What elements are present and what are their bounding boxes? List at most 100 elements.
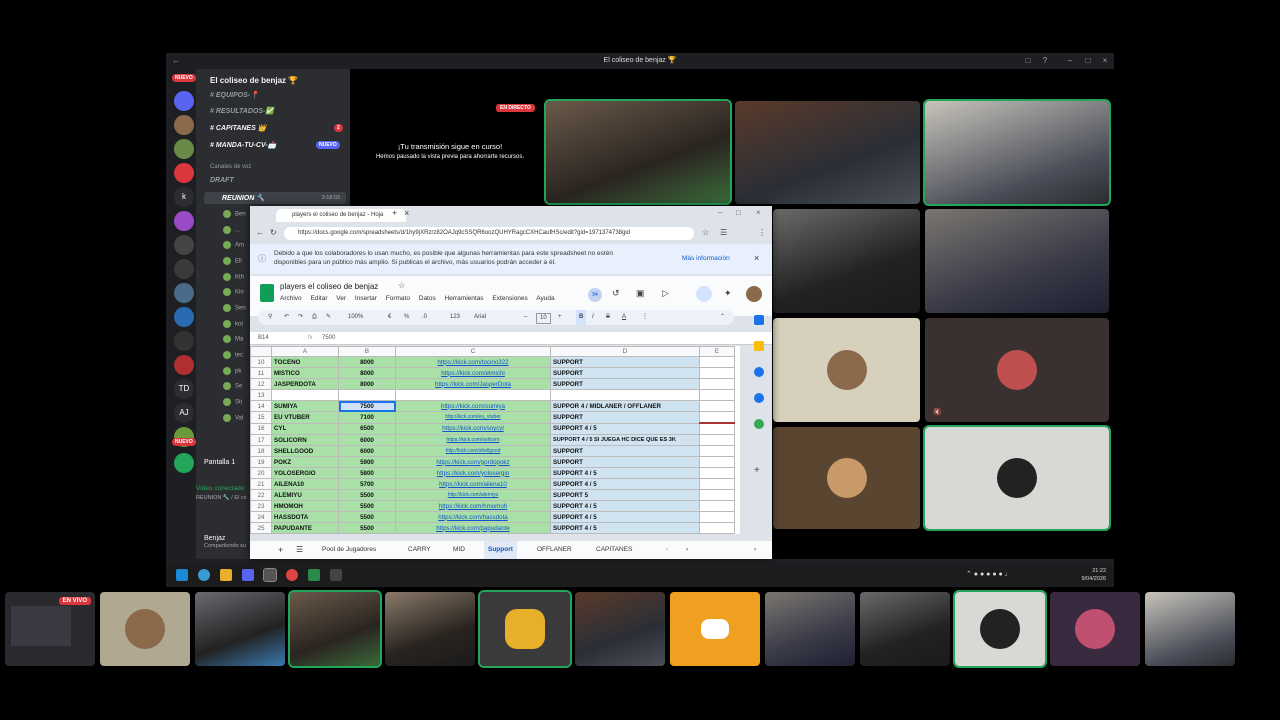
add-server-icon[interactable] bbox=[174, 453, 194, 473]
cell[interactable]: 5700 bbox=[338, 478, 396, 490]
cell[interactable]: MISTICO bbox=[271, 367, 339, 379]
cell-link[interactable]: https://kick.com/sumiya bbox=[395, 400, 551, 412]
cell-link[interactable]: https://kick.com/tocino322 bbox=[395, 356, 551, 368]
voice-channel-reunion[interactable]: REUNION 🔧 3:18:03 bbox=[204, 192, 346, 204]
meet-icon[interactable]: ▷ bbox=[662, 288, 669, 299]
voice-user[interactable]: Ell bbox=[223, 257, 242, 265]
voice-user[interactable]: Am bbox=[223, 241, 244, 249]
scroll-right-icon[interactable]: › bbox=[686, 541, 688, 559]
bold-button[interactable]: B bbox=[576, 310, 587, 325]
menu-extensiones[interactable]: Extensiones bbox=[492, 295, 527, 302]
cell[interactable]: JASPERDOTA bbox=[271, 378, 339, 390]
italic-button[interactable]: I bbox=[592, 310, 594, 325]
channel-capitanes[interactable]: # CAPITANES 👑 bbox=[210, 124, 266, 132]
tasks-icon[interactable] bbox=[754, 367, 764, 377]
font-select[interactable]: Arial bbox=[474, 310, 486, 325]
close-banner-icon[interactable]: × bbox=[754, 253, 759, 263]
explore-icon[interactable]: › bbox=[754, 541, 756, 559]
discord-icon[interactable] bbox=[174, 163, 194, 183]
tab-offlaner[interactable]: OFFLANER bbox=[537, 541, 572, 559]
sheets-logo-icon[interactable] bbox=[260, 284, 274, 302]
contacts-icon[interactable] bbox=[754, 393, 764, 403]
cell[interactable]: SUPPORT bbox=[550, 411, 700, 424]
more-options-icon[interactable]: ⋮ bbox=[642, 310, 648, 325]
cell-link[interactable]: https://kick.com/ailena10 bbox=[395, 478, 551, 490]
address-bar[interactable]: https://docs.google.com/spreadsheets/d/1… bbox=[284, 227, 694, 240]
bookmark-star-icon[interactable]: ☆ bbox=[702, 228, 709, 237]
cell[interactable]: SUPPORT bbox=[550, 367, 700, 379]
cell[interactable] bbox=[271, 389, 339, 401]
tray-icons[interactable]: ⌃ ● ● ● ● ● ♩ bbox=[966, 570, 1012, 578]
video-tile[interactable] bbox=[923, 425, 1111, 531]
calendar-icon[interactable] bbox=[754, 315, 764, 325]
video-tile[interactable] bbox=[195, 592, 285, 666]
help-icon[interactable]: ? bbox=[1039, 55, 1051, 67]
cell[interactable]: 5500 bbox=[338, 489, 396, 501]
cell-link[interactable]: https://kick.com/hmomoh bbox=[395, 500, 551, 512]
formula-input[interactable]: 7500 bbox=[322, 332, 335, 344]
cell[interactable]: SUPPOR 4 / MIDLANER / OFFLANER bbox=[550, 400, 700, 412]
cell[interactable]: 8000 bbox=[338, 367, 396, 379]
voice-user[interactable]: tec bbox=[223, 351, 243, 359]
cell[interactable]: 7100 bbox=[338, 411, 396, 424]
cell-link[interactable]: http://kick.com/alemiyu bbox=[395, 489, 551, 501]
voice-user[interactable]: Kth bbox=[223, 273, 244, 281]
cell-link[interactable]: https://kick.com/JasperDota bbox=[395, 378, 551, 390]
tab-carry[interactable]: CARRY bbox=[408, 541, 431, 559]
video-tile[interactable] bbox=[670, 592, 760, 666]
cell[interactable]: 5900 bbox=[338, 456, 396, 468]
voice-user[interactable]: Val bbox=[223, 414, 243, 422]
tab-capitanes[interactable]: CAPITANES bbox=[596, 541, 632, 559]
column-header[interactable]: D bbox=[550, 346, 700, 357]
font-size-input[interactable]: 10 bbox=[536, 313, 551, 324]
account-avatar[interactable] bbox=[746, 286, 762, 302]
menu-ayuda[interactable]: Ayuda bbox=[536, 295, 554, 302]
cell[interactable]: SUPPORT bbox=[550, 356, 700, 368]
server-icon[interactable] bbox=[174, 211, 194, 231]
server-icon[interactable] bbox=[174, 355, 194, 375]
video-tile[interactable] bbox=[288, 590, 382, 668]
share-icon[interactable]: + bbox=[696, 286, 712, 302]
cell[interactable]: HASSDOTA bbox=[271, 511, 339, 523]
channel-manda-tu-cv[interactable]: # MANDA-TU-CV-📩 bbox=[210, 141, 276, 149]
all-sheets-icon[interactable]: ☰ bbox=[296, 541, 303, 559]
video-tile[interactable]: 🔇 bbox=[925, 318, 1109, 422]
column-header[interactable]: A bbox=[271, 346, 339, 357]
menu-archivo[interactable]: Archivo bbox=[280, 295, 302, 302]
menu-editar[interactable]: Editar bbox=[311, 295, 328, 302]
cell[interactable]: AILENA10 bbox=[271, 478, 339, 490]
number-format[interactable]: 123 bbox=[450, 310, 460, 325]
maximize-browser-button[interactable]: □ bbox=[736, 208, 741, 217]
minimize-browser-button[interactable]: – bbox=[718, 208, 722, 217]
screen-share-label[interactable]: Pantalla 1 bbox=[204, 459, 235, 466]
column-header[interactable]: E bbox=[699, 346, 735, 357]
cell[interactable]: 8000 bbox=[338, 356, 396, 368]
voice-user[interactable]: Ben bbox=[223, 210, 246, 218]
cell[interactable]: CYL bbox=[271, 422, 339, 435]
cell-link[interactable]: https://kick.com/elmichi bbox=[395, 367, 551, 379]
cell[interactable]: 5500 bbox=[338, 500, 396, 512]
redo-icon[interactable]: ↷ bbox=[298, 310, 303, 325]
history-icon[interactable]: ↺ bbox=[612, 288, 620, 299]
text-color-button[interactable]: A bbox=[622, 310, 626, 325]
sheets-taskbar-icon[interactable] bbox=[308, 569, 320, 581]
video-tile[interactable] bbox=[1145, 592, 1235, 666]
video-tile[interactable] bbox=[385, 592, 475, 666]
cell[interactable]: SOLICORN bbox=[271, 434, 339, 446]
server-name[interactable]: El coliseo de benjaz 🏆 bbox=[210, 76, 298, 85]
print-icon[interactable]: ⎙ bbox=[312, 310, 317, 325]
cell[interactable]: SUPPORT 4 / 5 bbox=[550, 500, 700, 512]
currency-icon[interactable]: € bbox=[388, 310, 391, 325]
video-tile[interactable] bbox=[773, 209, 920, 313]
add-addon-icon[interactable]: + bbox=[754, 465, 760, 476]
cell-link[interactable]: https://kick.com/hassdota bbox=[395, 511, 551, 523]
server-icon-td[interactable]: TD bbox=[174, 379, 194, 399]
channel-equipos[interactable]: # EQUIPOS-📍 bbox=[210, 91, 259, 99]
voice-user[interactable]: Sen bbox=[223, 304, 246, 312]
close-browser-button[interactable]: × bbox=[756, 208, 761, 217]
cell[interactable]: TOCENO bbox=[271, 356, 339, 368]
edge-icon[interactable] bbox=[198, 569, 210, 581]
server-icon-aj[interactable]: AJ bbox=[174, 403, 194, 423]
cell[interactable]: SUPPORT bbox=[550, 456, 700, 468]
decimal-icon[interactable]: .0 bbox=[422, 310, 427, 325]
